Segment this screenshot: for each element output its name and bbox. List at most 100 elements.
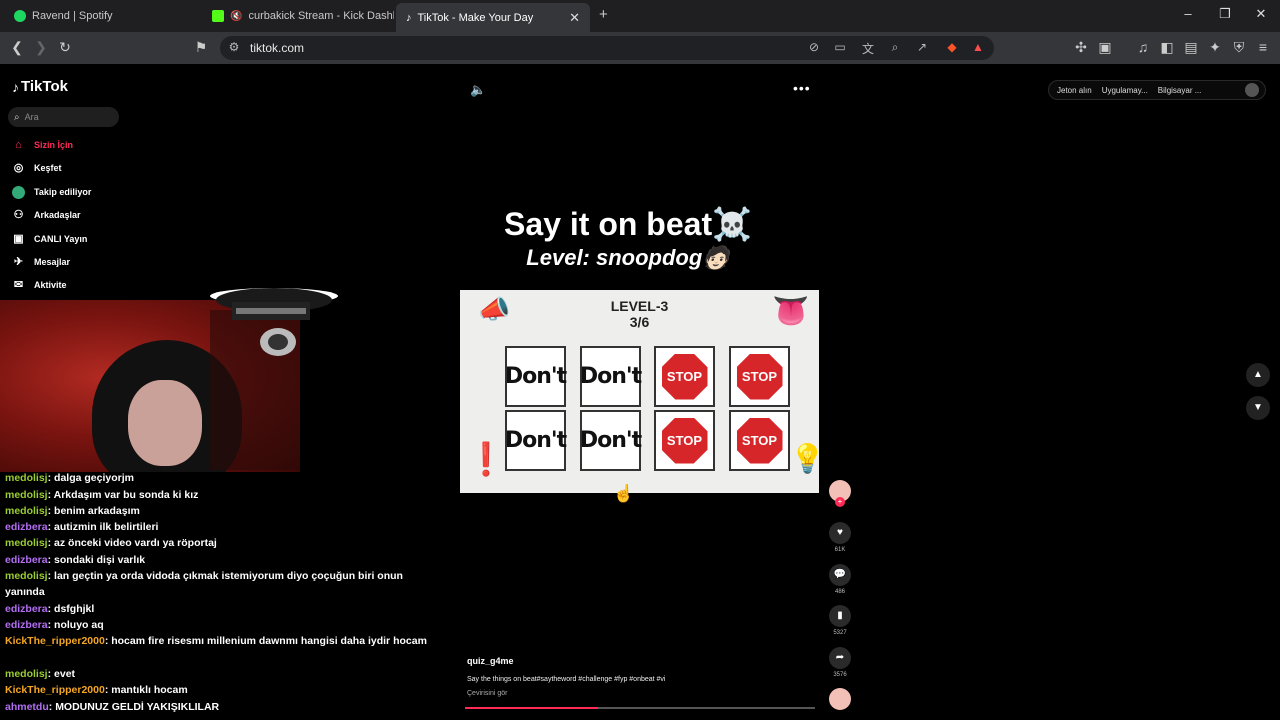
desktop-app-button[interactable]: Bilgisayar ... [1158,86,1202,95]
sidebar-icon[interactable]: ◧ [1158,39,1176,56]
sidebar-item-messages[interactable]: ✈ Mesajlar [12,254,70,270]
lightbulb-icon: 💡 [790,443,825,474]
sidebar-item-activity[interactable]: ✉ Aktivite [12,277,67,293]
search-placeholder: Ara [24,112,39,122]
sidebar-item-for-you[interactable]: ⌂ Sizin İçin [12,137,73,153]
sidebar-item-label: Takip ediliyor [34,187,92,197]
new-tab-button[interactable]: + [599,6,608,23]
tiktok-logo[interactable]: ♪ TikTok [12,78,68,95]
sidebar-item-friends[interactable]: ⚇ Arkadaşlar [12,207,81,223]
see-translation-link[interactable]: Çevirisini gör [467,690,507,697]
hat-sticker [210,288,338,356]
mouse-cursor-icon: ☝ [613,484,635,503]
volume-icon[interactable]: 🔈 [470,82,486,98]
comment-action[interactable]: 💬 486 [829,564,851,595]
bookmark-icon: ▮ [829,605,851,627]
address-bar[interactable]: ⚙ tiktok.com ⊘ ▭ 文 ⌕ ↗ ◆ ▲ [220,36,994,60]
sidebar-item-label: Sizin İçin [34,140,74,150]
chat-text: mantıklı hocam [111,684,188,696]
logo-text: TikTok [21,78,68,95]
forward-icon[interactable]: ❯ [32,39,50,56]
sidebar-item-live[interactable]: ▣ CANLI Yayın [12,231,87,247]
wallet-icon[interactable]: ▣ [1096,39,1114,56]
chat-username[interactable]: medolisj [5,472,48,484]
stop-sign-icon: STOP [661,417,708,464]
streamer-face [128,380,202,466]
brave-shields-icon[interactable]: ◆ [944,40,960,54]
get-app-button[interactable]: Uygulamay... [1102,86,1148,95]
more-options-icon[interactable]: ••• [793,80,811,96]
back-icon[interactable]: ❮ [8,39,26,56]
chat-username[interactable]: edizbera [5,554,48,566]
cast-icon[interactable]: ▭ [832,40,848,54]
chat-username[interactable]: KickThe_ripper2000 [5,684,105,696]
video-author[interactable]: quiz_g4me [467,656,514,666]
chat-username[interactable]: edizbera [5,603,48,615]
zoom-icon[interactable]: ⌕ [887,40,903,55]
restore-button[interactable]: ❐ [1215,6,1235,22]
chat-username[interactable]: medolisj [5,505,48,517]
site-info-icon[interactable]: ⚙ [226,40,242,54]
level-label: LEVEL-3 [610,298,669,314]
sidebar-item-explore[interactable]: ◎ Keşfet [12,160,62,176]
bookmark-page-icon[interactable]: ⚑ [192,39,210,56]
chat-username[interactable]: medolisj [5,537,48,549]
close-window-button[interactable]: ✕ [1251,6,1271,22]
brave-rewards-icon[interactable]: ▲ [970,40,986,54]
reload-icon[interactable]: ↻ [56,39,74,56]
save-action[interactable]: ▮ 5327 [829,605,851,636]
music-disc-icon [829,688,851,710]
video-subtitle: Level: snoopdog🧑🏻 [526,245,730,270]
chat-username[interactable]: edizbera [5,619,48,631]
next-video-button[interactable]: ▼ [1246,396,1270,420]
chat-text: Arkdaşım var bu sonda ki kız [53,489,199,501]
game-card: Don't [505,346,567,407]
sidebar-item-following[interactable]: Takip ediliyor [12,184,91,200]
chat-username[interactable]: medolisj [5,570,48,582]
chat-text: hocam fire risesmı millenium dawnmı hang… [111,635,427,647]
avatar[interactable] [1245,83,1259,97]
close-tab-icon[interactable]: ✕ [569,10,580,26]
menu-icon[interactable]: ≡ [1254,39,1272,55]
camera-blocked-icon[interactable]: ⊘ [806,40,822,54]
video-progress-bar[interactable] [465,707,815,709]
vpn-icon[interactable]: ⛨ [1230,39,1248,56]
creator-avatar[interactable]: + [829,480,851,507]
translate-icon[interactable]: 文 [860,40,876,57]
music-disc[interactable] [829,688,851,710]
minimize-button[interactable]: – [1178,6,1198,21]
activity-icon: ✉ [13,278,24,291]
heart-icon: ♥ [829,522,851,544]
search-input[interactable]: ⌕ Ara [8,107,119,127]
tab-kick[interactable]: 🔇 curbakick Stream - Kick Dashboa [202,4,394,28]
get-coins-button[interactable]: Jeton alın [1057,86,1092,95]
chat-username[interactable]: medolisj [5,668,48,680]
chat-message: edizbera: sondaki dişi varlık [5,552,445,568]
chat-message: ahmetdu: MODUNUZ GELDİ YAKIŞIKLILAR [5,699,445,715]
tiktok-logo-icon: ♪ [12,78,19,95]
previous-video-button[interactable]: ▲ [1246,363,1270,387]
wallet2-icon[interactable]: ▤ [1182,39,1200,56]
chat-message: medolisj: Arkdaşım var bu sonda ki kız [5,487,445,503]
like-action[interactable]: ♥ 61K [829,522,851,553]
chat-username[interactable]: ahmetdu [5,701,49,713]
leo-icon[interactable]: ✦ [1206,39,1224,56]
tab-tiktok[interactable]: ♪ TikTok - Make Your Day ✕ [396,3,590,32]
game-card: Don't [579,346,642,407]
chat-username[interactable]: KickThe_ripper2000 [5,635,105,647]
card-word: Don't [579,364,642,389]
chat-username[interactable]: edizbera [5,521,48,533]
share-icon: ➦ [829,647,851,669]
share-action[interactable]: ➦ 3576 [829,647,851,678]
chat-username[interactable]: medolisj [5,489,48,501]
card-word: Don't [504,428,567,453]
chat-message: medolisj: benim arkadaşım [5,503,445,519]
media-icon[interactable]: ♫ [1134,39,1152,55]
game-card: STOP [729,346,790,407]
tab-spotify[interactable]: Ravend | Spotify [4,4,200,28]
follow-plus-icon[interactable]: + [835,497,845,507]
browser-toolbar: ❮ ❯ ↻ ⚑ ⚙ tiktok.com ⊘ ▭ 文 ⌕ ↗ ◆ ▲ ✣ ▣ ♫… [0,32,1280,64]
share-page-icon[interactable]: ↗ [914,40,930,54]
comment-count: 486 [834,589,845,595]
extensions-icon[interactable]: ✣ [1072,39,1090,56]
